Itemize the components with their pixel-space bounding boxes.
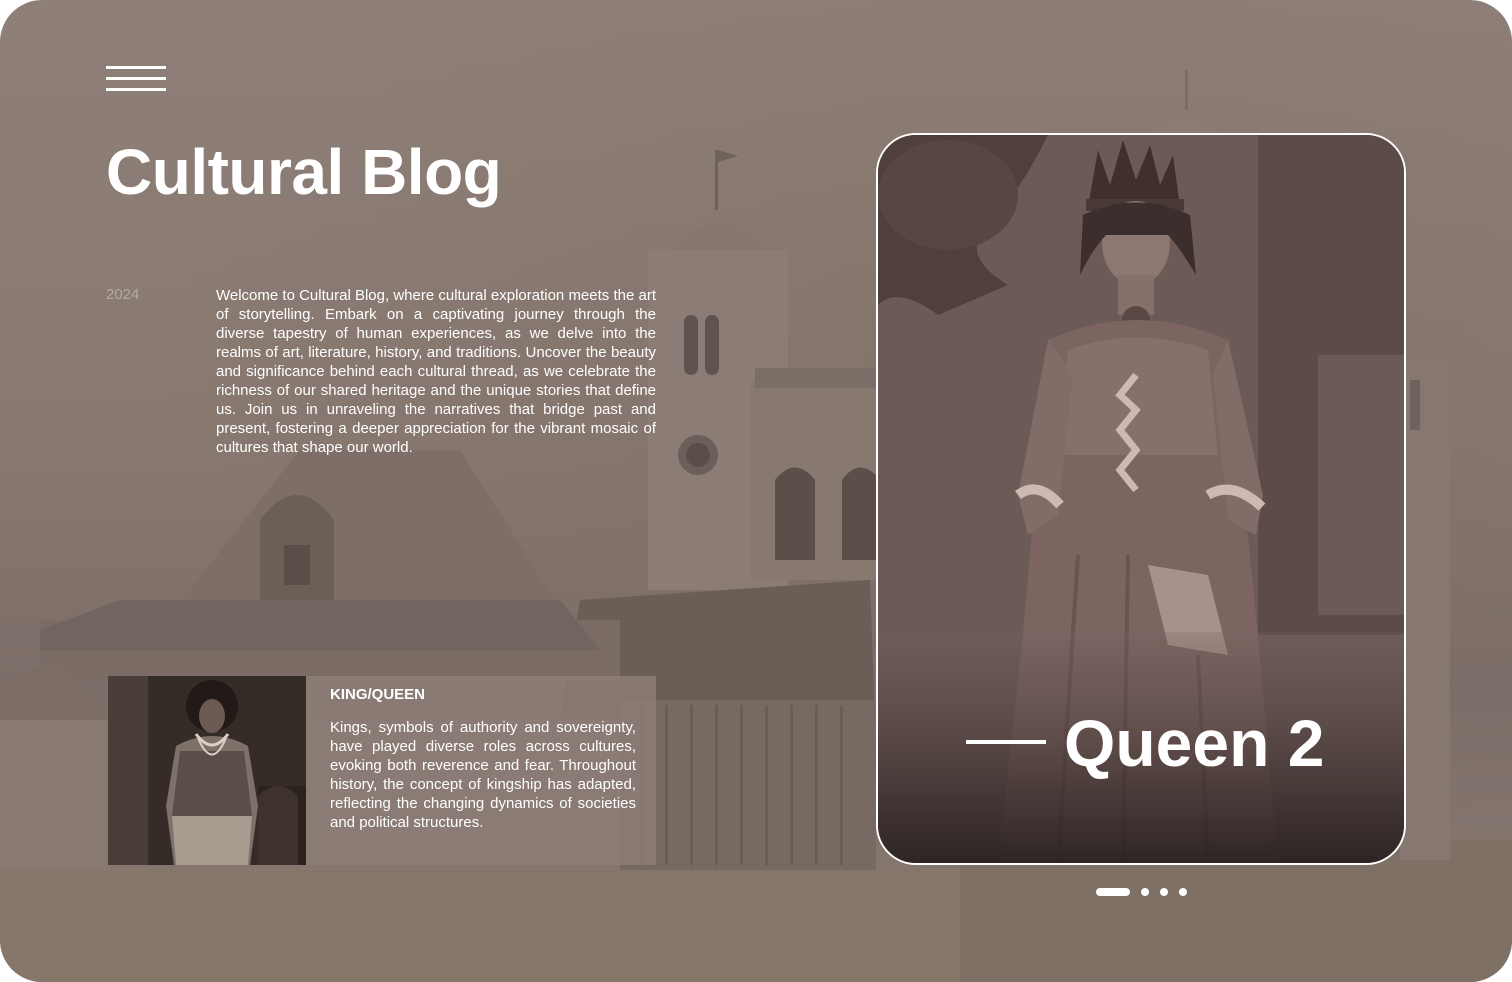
caption-dash	[966, 740, 1046, 744]
pagination-dot-4[interactable]	[1179, 888, 1187, 896]
feature-photo	[108, 676, 306, 865]
slide-card[interactable]: Queen 2	[876, 133, 1406, 865]
menu-line	[106, 88, 166, 91]
hamburger-menu-icon[interactable]	[106, 64, 166, 96]
menu-line	[106, 77, 166, 80]
feature-description: Kings, symbols of authority and sovereig…	[330, 719, 636, 831]
pagination-dot-3[interactable]	[1160, 888, 1168, 896]
slide-caption: Queen 2	[1064, 706, 1325, 780]
year-label: 2024	[106, 286, 140, 303]
feature-category: KING/QUEEN	[330, 686, 426, 703]
page-title: Cultural Blog	[106, 136, 502, 208]
feature-card[interactable]: KING/QUEEN Kings, symbols of authority a…	[108, 676, 656, 865]
pagination-dot-1[interactable]	[1096, 888, 1130, 896]
page-frame: Cultural Blog 2024 Welcome to Cultural B…	[0, 0, 1512, 982]
pagination-dot-2[interactable]	[1141, 888, 1149, 896]
menu-line	[106, 66, 166, 69]
intro-paragraph: Welcome to Cultural Blog, where cultural…	[216, 287, 656, 456]
